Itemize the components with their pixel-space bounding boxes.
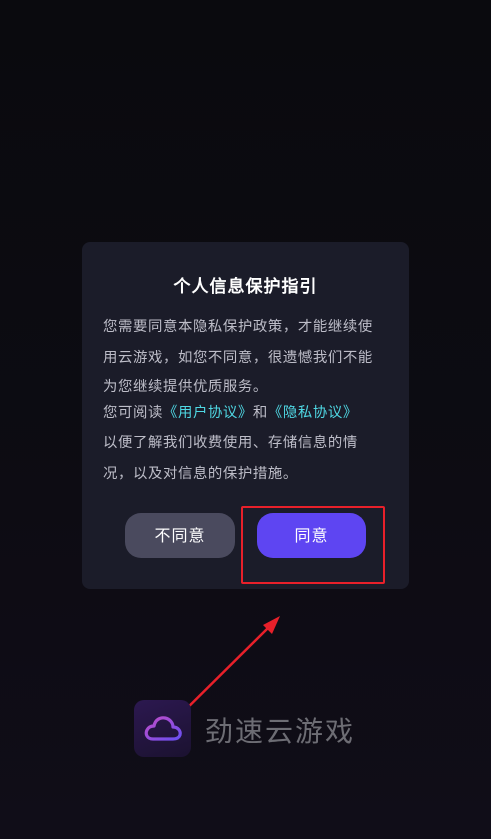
cloud-icon bbox=[144, 716, 182, 741]
read-prefix: 您可阅读 bbox=[103, 405, 163, 421]
body-line: 用云游戏，如您不同意，很遗憾我们不能 bbox=[103, 350, 373, 366]
dialog-body: 您需要同意本隐私保护政策，才能继续使 用云游戏，如您不同意，很遗憾我们不能 为您… bbox=[103, 312, 393, 490]
body-line: 您需要同意本隐私保护政策，才能继续使 bbox=[103, 319, 373, 335]
body-line: 以便了解我们收费使用、存储信息的情 bbox=[103, 435, 358, 451]
disagree-button[interactable]: 不同意 bbox=[125, 513, 235, 558]
privacy-guide-dialog: 个人信息保护指引 您需要同意本隐私保护政策，才能继续使 用云游戏，如您不同意，很… bbox=[82, 242, 409, 589]
dialog-title: 个人信息保护指引 bbox=[173, 277, 318, 297]
brand-name: 劲速云游戏 bbox=[205, 715, 356, 748]
brand-logo bbox=[134, 700, 191, 757]
privacy-policy-link[interactable]: 《隐私协议》 bbox=[268, 405, 358, 421]
body-line: 况，以及对信息的保护措施。 bbox=[103, 466, 298, 482]
and-text: 和 bbox=[252, 405, 268, 421]
body-line: 为您继续提供优质服务。 bbox=[103, 379, 268, 395]
agreement-links-line: 您可阅读《用户协议》和《隐私协议》 bbox=[103, 400, 393, 426]
brand-area: 劲速云游戏 bbox=[134, 700, 364, 758]
app-screen: 个人信息保护指引 您需要同意本隐私保护政策，才能继续使 用云游戏，如您不同意，很… bbox=[0, 0, 491, 839]
agree-button[interactable]: 同意 bbox=[257, 513, 366, 558]
user-agreement-link[interactable]: 《用户协议》 bbox=[163, 405, 253, 421]
